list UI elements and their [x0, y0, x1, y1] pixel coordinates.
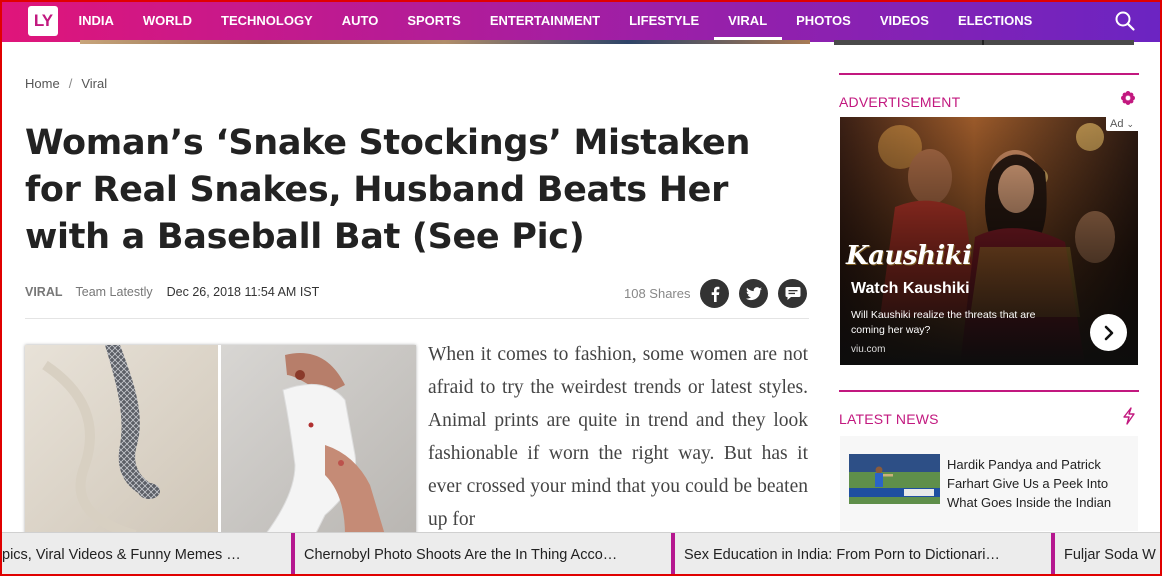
advertisement-banner[interactable]: Ad ⌄ Kaushiki Watch Kaushiki Will Kaushik… [840, 117, 1138, 365]
ticker-divider [671, 533, 675, 575]
nav-menu: INDIA WORLD TECHNOLOGY AUTO SPORTS ENTER… [64, 0, 1047, 42]
chevron-right-icon [1104, 325, 1113, 340]
nav-item-world[interactable]: WORLD [128, 0, 206, 42]
search-icon[interactable] [1114, 10, 1136, 32]
article-author[interactable]: Team Latestly [76, 285, 153, 299]
sidebar-strip [834, 40, 1134, 45]
top-nav: LY INDIA WORLD TECHNOLOGY AUTO SPORTS EN… [0, 0, 1162, 42]
advertisement-label: ADVERTISEMENT [839, 94, 961, 110]
comment-button[interactable] [778, 279, 807, 308]
ad-choices-badge[interactable]: Ad ⌄ [1105, 117, 1138, 131]
breadcrumb-home[interactable]: Home [25, 76, 60, 91]
article-category[interactable]: VIRAL [25, 285, 63, 299]
lightning-icon [1123, 407, 1135, 425]
ad-description: Will Kaushiki realize the threats that a… [851, 309, 1036, 336]
article-body: When it comes to fashion, some women are… [428, 344, 808, 530]
ticker-item[interactable]: Sex Education in India: From Porn to Dic… [684, 533, 1046, 575]
ad-url: viu.com [851, 344, 886, 355]
latest-news-label: LATEST NEWS [839, 411, 939, 427]
facebook-icon [711, 286, 719, 302]
news-title[interactable]: Hardik Pandya and Patrick Farhart Give U… [947, 455, 1132, 512]
nav-item-viral[interactable]: VIRAL [713, 0, 782, 42]
latest-news-item[interactable]: Hardik Pandya and Patrick Farhart Give U… [840, 436, 1138, 531]
nav-item-sports[interactable]: SPORTS [393, 0, 475, 42]
ticker-item[interactable]: Chernobyl Photo Shoots Are the In Thing … [304, 533, 664, 575]
ticker-divider [291, 533, 295, 575]
article-image[interactable] [25, 345, 416, 535]
meta-divider [25, 318, 809, 319]
ad-headline[interactable]: Watch Kaushiki [851, 280, 970, 298]
ticker-item[interactable]: Fuljar Soda W [1064, 533, 1160, 575]
chevron-down-icon: ⌄ [1126, 119, 1134, 129]
nav-item-auto[interactable]: AUTO [327, 0, 393, 42]
advertisement-rule [839, 73, 1139, 75]
latest-news-rule [839, 390, 1139, 392]
site-logo[interactable]: LY [28, 6, 58, 36]
nav-item-india[interactable]: INDIA [64, 0, 128, 42]
ticker-item[interactable]: pics, Viral Videos & Funny Memes … [2, 533, 287, 575]
twitter-icon [745, 286, 762, 300]
nav-item-lifestyle[interactable]: LIFESTYLE [615, 0, 714, 42]
nav-item-elections[interactable]: ELECTIONS [943, 0, 1046, 42]
article-date: Dec 26, 2018 11:54 AM IST [166, 285, 320, 299]
facebook-share-button[interactable] [700, 279, 729, 308]
news-thumbnail[interactable] [849, 454, 940, 504]
nav-item-photos[interactable]: PHOTOS [782, 0, 866, 42]
ticker-divider [1051, 533, 1055, 575]
breadcrumb-separator: / [68, 76, 73, 91]
comment-icon [785, 287, 800, 300]
ad-go-button[interactable] [1090, 314, 1127, 351]
breadcrumb-viral[interactable]: Viral [81, 76, 107, 91]
ad-brand-logo: Kaushiki [846, 241, 972, 271]
article-meta: VIRAL Team Latestly Dec 26, 2018 11:54 A… [25, 285, 319, 299]
nav-item-videos[interactable]: VIDEOS [865, 0, 943, 42]
twitter-share-button[interactable] [739, 279, 768, 308]
article-title: Woman’s ‘Snake Stockings’ Mistaken for R… [25, 123, 751, 257]
share-count: 108 Shares [624, 286, 691, 301]
asterisk-icon [1121, 91, 1135, 105]
breadcrumb: Home / Viral [25, 76, 107, 91]
nav-item-technology[interactable]: TECHNOLOGY [207, 0, 328, 42]
banner-strip [80, 40, 810, 44]
bottom-ticker: pics, Viral Videos & Funny Memes … Chern… [0, 532, 1162, 576]
ad-badge-text: Ad [1109, 118, 1124, 130]
nav-item-entertainment[interactable]: ENTERTAINMENT [475, 0, 614, 42]
